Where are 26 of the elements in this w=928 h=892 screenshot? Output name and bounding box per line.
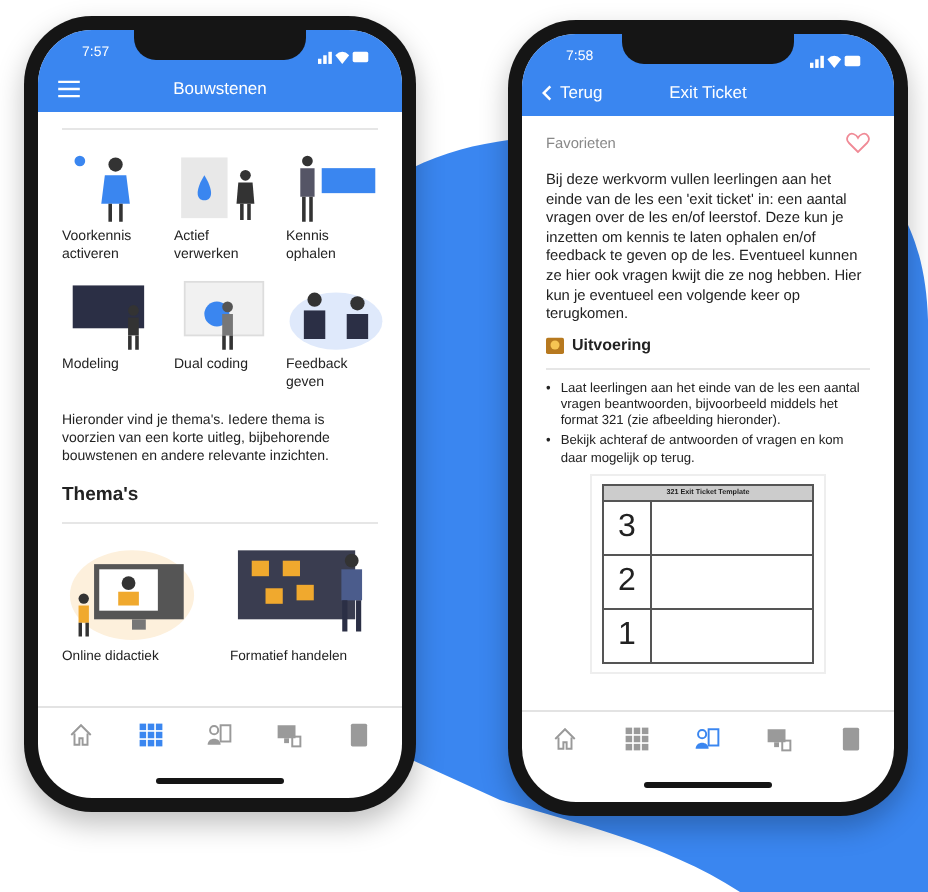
- person-card-icon[interactable]: [206, 722, 233, 748]
- heart-icon[interactable]: [846, 132, 870, 155]
- home-indicator: [644, 781, 772, 787]
- home-icon[interactable]: [552, 726, 579, 752]
- book-icon[interactable]: [837, 726, 864, 752]
- person-card-icon[interactable]: [694, 726, 721, 752]
- book-icon[interactable]: [346, 722, 373, 748]
- status-icons: [810, 54, 862, 68]
- template-number: 1: [603, 609, 651, 664]
- template-number: 3: [603, 501, 651, 556]
- grid-icon[interactable]: [137, 722, 164, 748]
- template-number: 2: [603, 555, 651, 610]
- monitor-icon[interactable]: [276, 722, 303, 748]
- status-icons: [318, 50, 370, 64]
- screen-title: Bouwstenen: [173, 75, 267, 101]
- section-heading: Uitvoering: [572, 333, 652, 358]
- screen-title: Exit Ticket: [669, 79, 747, 105]
- monitor-icon[interactable]: [766, 726, 793, 752]
- section-icon: [546, 336, 564, 355]
- menu-icon[interactable]: [58, 79, 80, 97]
- grid-icon[interactable]: [623, 726, 650, 752]
- section-heading: Thema's: [62, 481, 139, 510]
- home-indicator: [156, 777, 284, 783]
- back-button[interactable]: Terug: [542, 79, 603, 105]
- chevron-icon: [542, 83, 552, 101]
- home-icon[interactable]: [67, 722, 94, 748]
